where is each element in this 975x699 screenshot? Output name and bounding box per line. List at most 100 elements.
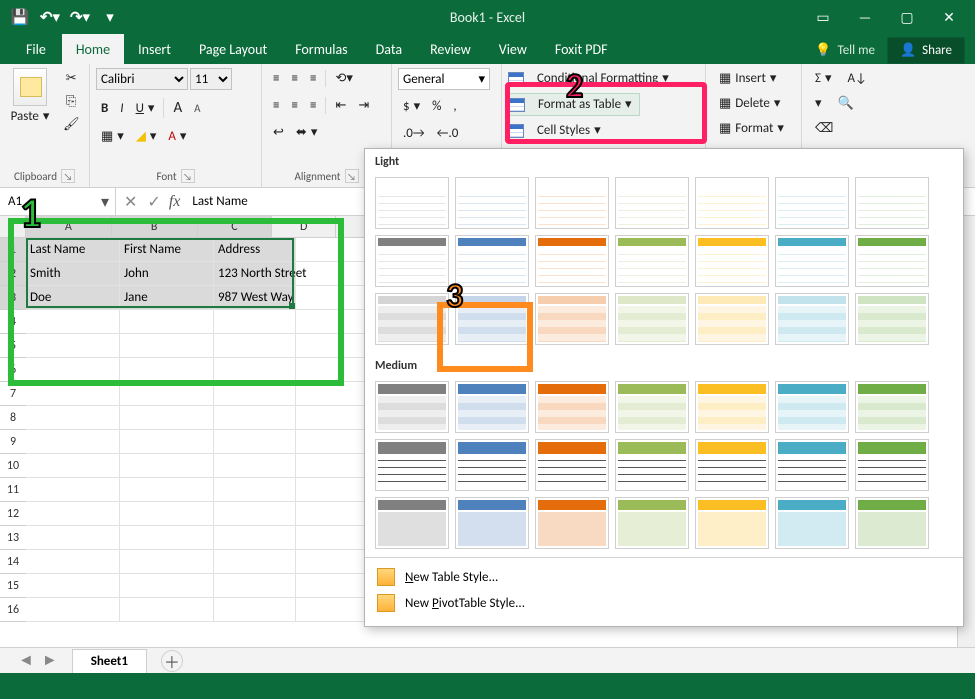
copy-button[interactable]: ⎘	[58, 91, 85, 112]
table-style-swatch[interactable]	[775, 497, 849, 549]
bold-button[interactable]: B	[96, 98, 113, 119]
cell-B1[interactable]: First Name	[120, 238, 214, 262]
col-header-D[interactable]: D	[272, 216, 336, 237]
row-header-8[interactable]: 8	[0, 406, 26, 430]
cell-C8[interactable]	[214, 406, 296, 430]
table-style-swatch[interactable]	[455, 497, 529, 549]
cell-B9[interactable]	[120, 430, 214, 454]
merge-center-button[interactable]: ⬌▾	[291, 122, 322, 143]
paste-button[interactable]: Paste ▾	[6, 106, 55, 127]
alignment-launcher[interactable]: ↘	[345, 169, 359, 183]
cancel-formula-button[interactable]: ✕	[124, 192, 137, 212]
cell-C2[interactable]: 123 North Street	[214, 262, 296, 286]
tab-foxit-pdf[interactable]: Foxit PDF	[541, 34, 622, 64]
borders-button[interactable]: ▦▾	[96, 126, 129, 147]
table-style-swatch[interactable]	[535, 497, 609, 549]
format-as-table-button[interactable]: Format as Table▾	[531, 94, 639, 115]
table-style-swatch[interactable]	[615, 293, 689, 345]
cell-C6[interactable]	[214, 358, 296, 382]
cell-D2[interactable]	[296, 262, 366, 286]
cell-D4[interactable]	[296, 310, 366, 334]
table-style-swatch[interactable]	[455, 235, 529, 287]
number-format-dropdown[interactable]: General▾	[398, 68, 490, 90]
table-style-swatch[interactable]	[775, 177, 849, 229]
row-header-2[interactable]: 2	[0, 262, 26, 286]
font-name-dropdown[interactable]: Calibri	[96, 68, 188, 90]
align-middle-button[interactable]: ≡	[286, 68, 302, 89]
new-table-style-item[interactable]: New Table Style...	[375, 564, 953, 590]
cell-A6[interactable]	[26, 358, 120, 382]
tab-review[interactable]: Review	[416, 34, 485, 64]
cell-D9[interactable]	[296, 430, 366, 454]
row-header-16[interactable]: 16	[0, 598, 26, 622]
cell-A12[interactable]	[26, 502, 120, 526]
cell-D3[interactable]	[296, 286, 366, 310]
cell-D1[interactable]	[296, 238, 366, 262]
orientation-button[interactable]: ⟲▾	[330, 68, 357, 89]
tab-view[interactable]: View	[485, 34, 541, 64]
table-style-swatch[interactable]	[615, 177, 689, 229]
table-style-swatch[interactable]	[695, 293, 769, 345]
cell-D8[interactable]	[296, 406, 366, 430]
maximize-button[interactable]: ▢	[887, 4, 927, 30]
table-style-swatch[interactable]	[615, 497, 689, 549]
percent-button[interactable]: %	[427, 96, 446, 117]
table-style-swatch[interactable]	[855, 235, 929, 287]
wrap-text-button[interactable]: ↩	[268, 122, 289, 143]
table-style-swatch[interactable]	[775, 293, 849, 345]
cell-D10[interactable]	[296, 454, 366, 478]
align-bottom-button[interactable]: ≡	[305, 68, 321, 89]
cell-C4[interactable]	[214, 310, 296, 334]
conditional-formatting-button[interactable]: Conditional Formatting▾	[530, 68, 676, 89]
cell-styles-button[interactable]: Cell Styles▾	[530, 120, 608, 141]
cell-A5[interactable]	[26, 334, 120, 358]
italic-button[interactable]: I	[115, 98, 128, 119]
tab-home[interactable]: Home	[62, 34, 124, 64]
sheet-tab-sheet1[interactable]: Sheet1	[72, 649, 147, 673]
row-header-5[interactable]: 5	[0, 334, 26, 358]
cell-A10[interactable]	[26, 454, 120, 478]
table-style-swatch[interactable]	[855, 439, 929, 491]
table-style-swatch[interactable]	[855, 381, 929, 433]
table-style-swatch[interactable]	[615, 235, 689, 287]
table-style-swatch[interactable]	[775, 381, 849, 433]
table-style-swatch[interactable]	[695, 497, 769, 549]
row-header-3[interactable]: 3	[0, 286, 26, 310]
table-style-swatch[interactable]	[535, 439, 609, 491]
fill-button[interactable]: ▾	[808, 93, 829, 114]
insert-cells-button[interactable]: ▦ Insert ▾	[712, 68, 783, 89]
cell-D16[interactable]	[296, 598, 366, 622]
cell-A15[interactable]	[26, 574, 120, 598]
name-box-dropdown[interactable]: ▾	[101, 192, 109, 212]
align-left-button[interactable]: ≡	[268, 95, 284, 116]
cell-D7[interactable]	[296, 382, 366, 406]
comma-button[interactable]: ,	[448, 96, 461, 117]
qat-customize[interactable]: ▾	[96, 5, 124, 29]
cell-D11[interactable]	[296, 478, 366, 502]
cell-B10[interactable]	[120, 454, 214, 478]
undo-button[interactable]: ↶▾	[36, 5, 64, 29]
table-style-swatch[interactable]	[695, 177, 769, 229]
format-painter-button[interactable]: 🖌	[58, 114, 85, 135]
cell-A1[interactable]: Last Name	[26, 238, 120, 262]
find-select-button[interactable]: 🔍	[831, 93, 861, 114]
tell-me-search[interactable]: 💡 Tell me	[805, 39, 885, 62]
table-style-swatch[interactable]	[695, 381, 769, 433]
increase-indent-button[interactable]: ⇥	[353, 95, 374, 116]
cell-A16[interactable]	[26, 598, 120, 622]
table-style-swatch[interactable]	[455, 381, 529, 433]
new-pivottable-style-item[interactable]: New PivotTable Style...	[375, 590, 953, 616]
delete-cells-button[interactable]: ▦ Delete ▾	[712, 93, 787, 114]
currency-button[interactable]: $▾	[398, 96, 425, 117]
cell-C7[interactable]	[214, 382, 296, 406]
cell-A8[interactable]	[26, 406, 120, 430]
row-header-6[interactable]: 6	[0, 358, 26, 382]
cell-A13[interactable]	[26, 526, 120, 550]
cell-B3[interactable]: Jane	[120, 286, 214, 310]
table-style-swatch[interactable]	[455, 177, 529, 229]
cell-B11[interactable]	[120, 478, 214, 502]
tab-data[interactable]: Data	[362, 34, 416, 64]
table-style-swatch[interactable]	[775, 439, 849, 491]
table-style-swatch[interactable]	[375, 293, 449, 345]
table-style-swatch[interactable]	[535, 381, 609, 433]
